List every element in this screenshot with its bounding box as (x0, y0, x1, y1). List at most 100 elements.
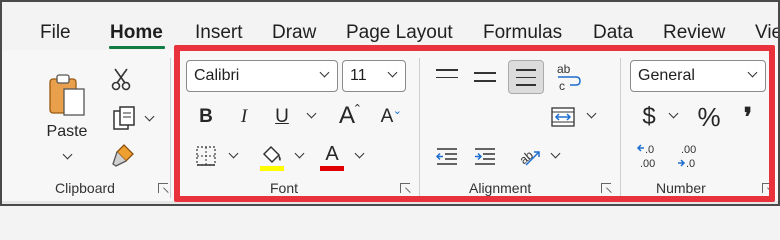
bottom-align-icon-line (516, 76, 536, 79)
clipboard-group-label: Clipboard (55, 180, 115, 196)
svg-text:.00: .00 (681, 144, 696, 156)
copy-button[interactable] (106, 102, 158, 134)
clipboard-dialog-launcher-icon[interactable] (158, 183, 168, 193)
group-separator (620, 58, 621, 198)
orientation-dropdown-chevron-icon[interactable] (550, 148, 561, 159)
alignment-dialog-launcher-icon[interactable] (601, 183, 611, 193)
font-family-select[interactable]: Calibri (186, 60, 338, 92)
format-painter-icon (112, 144, 134, 167)
middle-align-icon (474, 72, 496, 74)
tab-data[interactable]: Data (593, 22, 633, 44)
svg-text:ab: ab (557, 62, 571, 76)
merge-center-button[interactable] (548, 102, 578, 132)
comma-icon: ❜ (743, 101, 753, 132)
svg-text:.0: .0 (686, 158, 695, 170)
number-format-value: General (638, 67, 695, 84)
merge-center-icon (551, 107, 575, 127)
svg-text:.0: .0 (645, 144, 654, 156)
caret-up-icon: ⌃ (352, 103, 362, 115)
font-color-swatch (320, 165, 344, 171)
tab-view-partial[interactable]: Vie (755, 22, 778, 44)
font-size-chevron-icon (387, 67, 398, 78)
shrink-font-glyph: A (380, 106, 394, 127)
ribbon-bottom-edge (2, 201, 778, 204)
tab-page-layout[interactable]: Page Layout (346, 22, 453, 44)
align-left-button[interactable] (432, 102, 462, 132)
font-color-icon: A (325, 142, 339, 165)
middle-align-button[interactable] (470, 62, 500, 92)
paste-button[interactable]: Paste (38, 60, 96, 170)
fill-color-dropdown-chevron-icon[interactable] (294, 148, 305, 159)
middle-align-icon-line (474, 80, 496, 82)
fill-color-swatch (260, 165, 284, 171)
tab-insert[interactable]: Insert (195, 22, 243, 44)
number-group-label: Number (656, 180, 706, 196)
comma-style-button[interactable]: ❜ (736, 100, 760, 134)
underline-button[interactable]: U (268, 102, 296, 132)
orientation-button[interactable]: ab (514, 140, 544, 170)
group-separator (419, 58, 420, 198)
font-group-label: Font (270, 180, 299, 196)
outdent-icon (435, 148, 457, 165)
decrease-indent-button[interactable] (432, 142, 462, 172)
format-painter-button[interactable] (106, 140, 140, 170)
paste-label: Paste (46, 122, 88, 140)
underline-dropdown-chevron-icon[interactable] (306, 108, 317, 119)
font-size-select[interactable]: 11 (342, 60, 406, 92)
cut-button[interactable] (106, 64, 136, 94)
bottom-align-icon-line2 (516, 84, 536, 86)
cut-icon (111, 68, 131, 91)
increase-decimal-button[interactable]: .0 .00 (634, 140, 666, 174)
decrease-decimal-icon: .00 .0 (678, 144, 696, 170)
fill-color-icon (262, 145, 281, 163)
group-separator (170, 58, 171, 198)
svg-text:c: c (559, 79, 565, 91)
percent-icon: % (697, 101, 721, 132)
svg-text:.00: .00 (640, 158, 655, 170)
bold-button[interactable]: B (192, 102, 220, 132)
caret-down-icon: ⌄ (392, 105, 402, 117)
wrap-text-icon: ab c (557, 62, 581, 91)
borders-dropdown-chevron-icon[interactable] (228, 148, 239, 159)
font-color-button[interactable]: A (318, 140, 346, 174)
orientation-icon: ab (517, 148, 540, 167)
currency-button[interactable]: $ (636, 100, 662, 134)
number-format-select[interactable]: General (630, 60, 766, 92)
currency-dropdown-chevron-icon[interactable] (668, 108, 679, 119)
decrease-decimal-button[interactable]: .00 .0 (674, 140, 706, 174)
increase-decimal-icon: .0 .00 (636, 144, 655, 170)
wrap-text-button[interactable]: ab c (554, 60, 584, 92)
tab-review[interactable]: Review (663, 22, 725, 44)
fill-color-button[interactable] (258, 140, 286, 174)
italic-button[interactable]: I (230, 102, 258, 132)
merge-center-dropdown-chevron-icon[interactable] (586, 108, 597, 119)
font-color-dropdown-chevron-icon[interactable] (354, 148, 365, 159)
top-align-button[interactable] (432, 62, 462, 90)
font-dialog-launcher-icon[interactable] (400, 183, 410, 193)
decrease-font-size-button[interactable]: A ⌄ (372, 102, 402, 132)
indent-icon (475, 148, 495, 165)
paste-dropdown-chevron-icon (62, 149, 72, 159)
bottom-align-button[interactable] (508, 60, 544, 94)
excel-ribbon-window: File Home Insert Draw Page Layout Formul… (0, 0, 780, 206)
copy-dropdown-chevron-icon (144, 111, 154, 121)
align-center-button[interactable] (470, 102, 500, 132)
increase-font-size-button[interactable]: A ⌃ (332, 100, 362, 132)
copy-icon (112, 106, 135, 130)
paste-icon (49, 73, 85, 116)
align-right-button[interactable] (508, 102, 538, 132)
home-ribbon: Paste Clipboard Calibri 11 B I U A ⌃ A ⌄… (2, 50, 778, 204)
tab-draw[interactable]: Draw (272, 22, 316, 44)
top-align-icon (436, 69, 458, 71)
tab-file[interactable]: File (40, 22, 71, 44)
font-family-value: Calibri (194, 67, 240, 84)
top-align-icon-line (436, 76, 458, 79)
borders-button[interactable] (192, 142, 220, 170)
tab-formulas[interactable]: Formulas (483, 22, 562, 44)
font-size-value: 11 (350, 67, 367, 84)
number-dialog-launcher-icon[interactable] (762, 183, 772, 193)
increase-indent-button[interactable] (470, 142, 500, 172)
percent-button[interactable]: % (694, 100, 724, 134)
tab-home[interactable]: Home (110, 22, 163, 44)
font-family-chevron-icon (319, 67, 330, 78)
